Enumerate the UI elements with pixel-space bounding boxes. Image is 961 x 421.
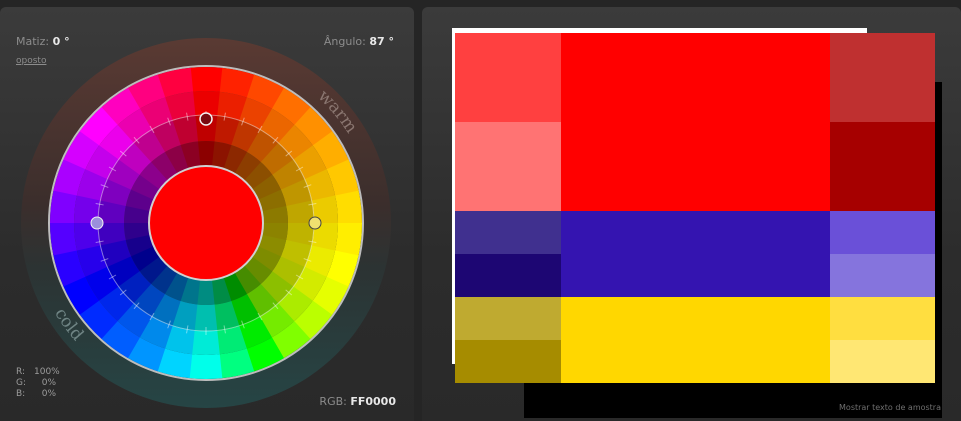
green-channel-value: 0%: [41, 378, 56, 388]
tertiary-hue-marker[interactable]: [90, 216, 104, 230]
swatch-blue-dark-2[interactable]: [455, 254, 561, 297]
hex-value: FF0000: [350, 395, 396, 408]
red-channel-value: 100%: [34, 367, 60, 377]
blue-channel-label: B:: [16, 389, 26, 399]
hex-label: RGB:: [319, 395, 347, 408]
show-sample-text-link[interactable]: Mostrar texto de amostra: [839, 403, 941, 412]
red-channel-label: R:: [16, 367, 26, 377]
swatch-yellow-light-1[interactable]: [830, 297, 935, 340]
swatch-yellow-light-2[interactable]: [830, 340, 935, 383]
swatch-yellow-main[interactable]: [561, 297, 830, 383]
swatch-red-dark-2[interactable]: [830, 122, 935, 211]
hex-readout: RGB: FF0000: [319, 395, 396, 408]
swatch-yellow-dark-1[interactable]: [455, 297, 561, 340]
swatch-red-main[interactable]: [561, 33, 830, 211]
hue-sector[interactable]: [188, 354, 223, 379]
swatch-red-light-2[interactable]: [455, 122, 561, 211]
blue-channel-value: 0%: [41, 389, 56, 399]
hue-sector[interactable]: [50, 221, 77, 256]
swatch-red-dark-1[interactable]: [830, 33, 935, 122]
green-channel-label: G:: [16, 378, 27, 388]
hue-sector[interactable]: [189, 67, 224, 92]
swatch-red-light-1[interactable]: [455, 33, 561, 122]
hue-sector[interactable]: [335, 190, 362, 225]
swatch-blue-dark-1[interactable]: [455, 211, 561, 254]
color-wheel-panel: Matiz: 0 ° Ângulo: 87 ° oposto warm cold: [0, 7, 414, 421]
color-wheel[interactable]: warm cold: [18, 35, 394, 411]
base-hue-marker[interactable]: [199, 112, 213, 126]
swatch-yellow-dark-2[interactable]: [455, 340, 561, 383]
palette-preview-panel: Mostrar texto de amostra: [422, 7, 961, 421]
rgb-channel-readout: R: 100% G: 0% B: 0%: [16, 367, 60, 400]
swatch-blue-light-2[interactable]: [830, 254, 935, 297]
swatch-blue-light-1[interactable]: [830, 211, 935, 254]
secondary-hue-marker[interactable]: [308, 216, 322, 230]
selected-color-preview: [148, 165, 264, 281]
swatch-blue-main[interactable]: [561, 211, 830, 297]
